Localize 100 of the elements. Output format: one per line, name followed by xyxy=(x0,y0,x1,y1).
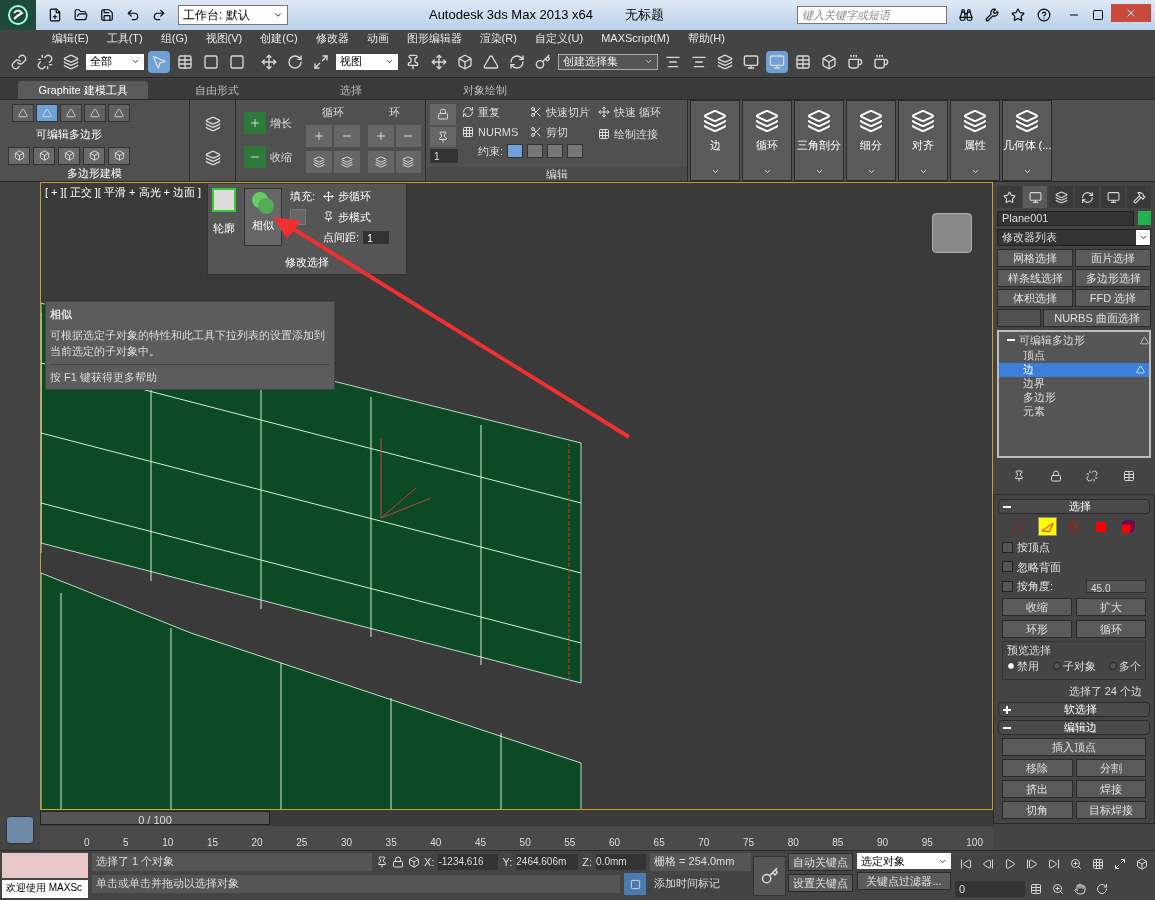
ribbon-tab[interactable]: Graphite 建模工具 xyxy=(18,81,148,99)
auto-key-button[interactable]: 自动关键点 xyxy=(788,853,853,871)
plus-icon[interactable] xyxy=(368,124,394,147)
viewport[interactable]: [ + ][ 正交 ][ 平滑 + 高光 + 边面 ] 轮廓 相似 填充: 步循环 步模式 点间距: 1 修改选择 相似 可根据选定子对象的特性和此工具下拉列表的设置添加到当前选定的子对象中。 按 F1 键获得更多帮助 xyxy=(40,182,993,810)
ribbon-large-button[interactable]: 循环 xyxy=(742,100,792,181)
selection-filter-dropdown[interactable]: 全部 xyxy=(86,53,144,70)
viewport-layout-icon[interactable] xyxy=(6,816,34,844)
coordinate-dropdown[interactable]: 视图 xyxy=(336,53,398,70)
checkbox[interactable] xyxy=(1002,580,1013,592)
shrink-button[interactable]: 收缩 xyxy=(1002,597,1072,616)
modifier-button[interactable]: FFD 选择 xyxy=(1075,289,1151,307)
menu-item[interactable]: 修改器 xyxy=(315,29,349,47)
key-mode-dropdown[interactable]: 选定对象 xyxy=(857,853,951,869)
spacing-field[interactable]: 1 xyxy=(363,230,390,244)
tool-icon[interactable] xyxy=(306,150,332,173)
ribbon-large-button[interactable]: 三角剖分 xyxy=(794,100,844,181)
panel-tab-icon[interactable] xyxy=(1023,186,1047,208)
modifier-button[interactable]: 网格选择 xyxy=(997,249,1073,267)
app-logo-icon[interactable] xyxy=(0,0,36,30)
step-mode-button[interactable]: 步模式 xyxy=(323,208,390,225)
tool-icon[interactable] xyxy=(368,150,394,173)
menu-item[interactable]: 工具(T) xyxy=(106,29,143,47)
menu-item[interactable]: MAXScript(M) xyxy=(601,29,670,47)
panel-tab-icon[interactable] xyxy=(997,186,1021,208)
menu-item[interactable]: 帮助(H) xyxy=(687,29,725,47)
menu-item[interactable]: 视图(V) xyxy=(205,29,243,47)
constraint-icon[interactable] xyxy=(527,144,544,159)
edit-edge-button[interactable]: 切角 xyxy=(1002,801,1073,819)
tool-icon[interactable] xyxy=(334,150,360,173)
ribbon-tab[interactable]: 自由形式 xyxy=(152,81,282,99)
modifier-button[interactable]: 面片选择 xyxy=(1075,249,1151,267)
edge-level-icon[interactable] xyxy=(1037,517,1057,536)
checkbox[interactable] xyxy=(1002,561,1013,573)
named-selection-dropdown[interactable]: 创建选择集 xyxy=(558,53,658,70)
expand-icon[interactable] xyxy=(1003,705,1011,714)
subobject-icon[interactable] xyxy=(60,104,82,122)
similar-button[interactable]: 相似 xyxy=(244,188,282,246)
y-coordinate-field[interactable]: 2464.606m xyxy=(516,854,579,870)
menu-item[interactable]: 组(G) xyxy=(160,29,188,47)
set-key-button[interactable]: 设置关键点 xyxy=(788,874,853,892)
tool-icon[interactable] xyxy=(33,146,55,165)
x-coordinate-field[interactable]: -1234.616 xyxy=(438,854,499,870)
time-tag-icon[interactable] xyxy=(624,873,647,895)
ribbon-large-button[interactable]: 几何体 (... xyxy=(1002,100,1052,181)
stack-subitem[interactable]: 边 xyxy=(999,362,1149,377)
stack-subitem[interactable]: 元素 xyxy=(999,404,1149,419)
object-color-swatch[interactable] xyxy=(1138,211,1151,225)
panel-tab-icon[interactable] xyxy=(1101,186,1125,208)
spinner-field[interactable]: 1 xyxy=(430,149,458,163)
ribbon-large-button[interactable]: 边 xyxy=(690,100,740,181)
radio-button[interactable] xyxy=(1052,662,1061,671)
edit-edge-button[interactable]: 焊接 xyxy=(1075,780,1146,798)
subobject-icon[interactable] xyxy=(12,104,34,122)
grow-button[interactable]: 扩大 xyxy=(1076,597,1146,616)
menu-item[interactable]: 渲染(R) xyxy=(479,29,517,47)
subobject-icon[interactable] xyxy=(84,104,106,122)
edit-edge-button[interactable]: 分割 xyxy=(1075,759,1146,777)
toolbar-icon[interactable] xyxy=(766,50,788,73)
panel-tab-icon[interactable] xyxy=(1049,186,1073,208)
stack-subitem[interactable]: 边界 xyxy=(999,376,1149,391)
tool-icon[interactable] xyxy=(395,150,421,173)
ribbon-large-button[interactable]: 属性 xyxy=(950,100,1000,181)
minus-icon[interactable] xyxy=(395,124,421,147)
outline-button[interactable]: 轮廓 xyxy=(212,188,236,246)
ribbon-tab[interactable]: 选择 xyxy=(286,81,416,99)
radio-button[interactable] xyxy=(1109,662,1117,671)
rollout-header[interactable]: 软选择 xyxy=(998,702,1150,717)
tool-icon[interactable] xyxy=(8,146,30,165)
ribbon-large-button[interactable]: 细分 xyxy=(846,100,896,181)
tool-icon[interactable] xyxy=(58,146,80,165)
z-coordinate-field[interactable]: 0.0mm xyxy=(596,854,647,870)
edit-edge-button[interactable]: 挤出 xyxy=(1002,780,1073,798)
modifier-list-dropdown[interactable]: 修改器列表 xyxy=(997,229,1151,246)
tool-icon[interactable] xyxy=(83,146,105,165)
subobject-icon[interactable] xyxy=(108,104,130,122)
modifier-button[interactable]: NURBS 曲面选择 xyxy=(1043,309,1151,327)
key-icon[interactable] xyxy=(753,855,786,896)
frame-counter-thumb[interactable]: 0 / 100 xyxy=(40,811,270,825)
toolbar-icon[interactable] xyxy=(148,50,170,73)
edit-edge-button[interactable]: 目标焊接 xyxy=(1075,801,1146,819)
checkbox[interactable] xyxy=(1002,541,1013,553)
search-field[interactable]: 键入关键字或短语 xyxy=(797,6,947,24)
panel-tab-icon[interactable] xyxy=(1075,186,1099,208)
constraint-icon[interactable] xyxy=(507,144,524,159)
stack-subitem[interactable]: 多边形 xyxy=(999,390,1149,405)
menu-item[interactable]: 图形编辑器 xyxy=(406,29,462,47)
modifier-button[interactable]: 体积选择 xyxy=(997,289,1073,307)
radio-button[interactable] xyxy=(1007,662,1015,671)
constraint-icon[interactable] xyxy=(567,144,584,159)
subobject-icon[interactable] xyxy=(36,104,58,122)
modifier-button[interactable]: 样条线选择 xyxy=(997,269,1073,287)
plus-icon[interactable] xyxy=(306,124,332,147)
step-loop-button[interactable]: 步循环 xyxy=(323,188,390,205)
stack-subitem[interactable]: 顶点 xyxy=(999,348,1149,363)
ribbon-tab[interactable]: 对象绘制 xyxy=(420,81,550,99)
constraint-icon[interactable] xyxy=(547,144,564,159)
ring-button[interactable]: 环形 xyxy=(1002,619,1072,638)
workspace-dropdown[interactable]: 工作台: 默认 xyxy=(178,5,288,25)
loop-button[interactable]: 循环 xyxy=(1076,619,1146,638)
menu-item[interactable]: 动画 xyxy=(366,29,389,47)
